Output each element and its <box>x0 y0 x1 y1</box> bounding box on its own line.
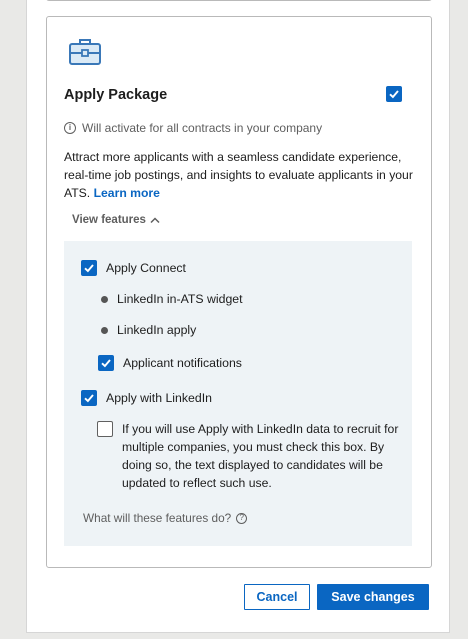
features-help-link[interactable]: What will these features do? ? <box>83 511 248 525</box>
package-description: Attract more applicants with a seamless … <box>64 148 414 202</box>
activation-info: i Will activate for all contracts in you… <box>64 121 322 135</box>
feature-bullet: LinkedIn in-ATS widget <box>101 292 243 306</box>
apply-connect-checkbox[interactable] <box>81 260 97 276</box>
question-icon: ? <box>236 512 248 524</box>
feature-bullet: LinkedIn apply <box>101 323 196 337</box>
applicant-notifications-label: Applicant notifications <box>123 356 242 370</box>
bullet-dot <box>101 295 108 303</box>
apply-connect-label: Apply Connect <box>106 261 186 275</box>
apply-with-linkedin-option[interactable]: Apply with LinkedIn <box>81 390 212 406</box>
briefcase-icon <box>69 39 101 65</box>
chevron-up-icon <box>150 217 160 224</box>
view-features-label: View features <box>72 214 146 226</box>
apply-with-linkedin-checkbox[interactable] <box>81 390 97 406</box>
info-icon: i <box>64 122 76 134</box>
learn-more-link[interactable]: Learn more <box>94 186 160 200</box>
apply-connect-option[interactable]: Apply Connect <box>81 260 186 276</box>
previous-package-card <box>46 0 432 1</box>
feature-bullet-label: LinkedIn in-ATS widget <box>117 292 243 306</box>
multi-company-checkbox[interactable] <box>97 421 113 437</box>
feature-bullet-label: LinkedIn apply <box>117 323 197 337</box>
package-title: Apply Package <box>64 87 168 103</box>
features-help-text: What will these features do? <box>83 511 232 525</box>
apply-with-linkedin-label: Apply with LinkedIn <box>106 391 212 405</box>
checkmark-icon <box>101 359 111 368</box>
package-checkbox[interactable] <box>386 86 402 102</box>
multi-company-note: If you will use Apply with LinkedIn data… <box>122 422 399 490</box>
save-changes-button[interactable]: Save changes <box>317 584 429 610</box>
applicant-notifications-checkbox[interactable] <box>98 355 114 371</box>
cancel-button[interactable]: Cancel <box>244 584 310 610</box>
checkmark-icon <box>389 90 399 99</box>
view-features-toggle[interactable]: View features <box>72 214 160 226</box>
checkmark-icon <box>84 394 94 403</box>
bullet-dot <box>101 326 108 334</box>
applicant-notifications-option[interactable]: Applicant notifications <box>98 355 242 371</box>
checkmark-icon <box>84 264 94 273</box>
activation-info-text: Will activate for all contracts in your … <box>82 121 323 135</box>
